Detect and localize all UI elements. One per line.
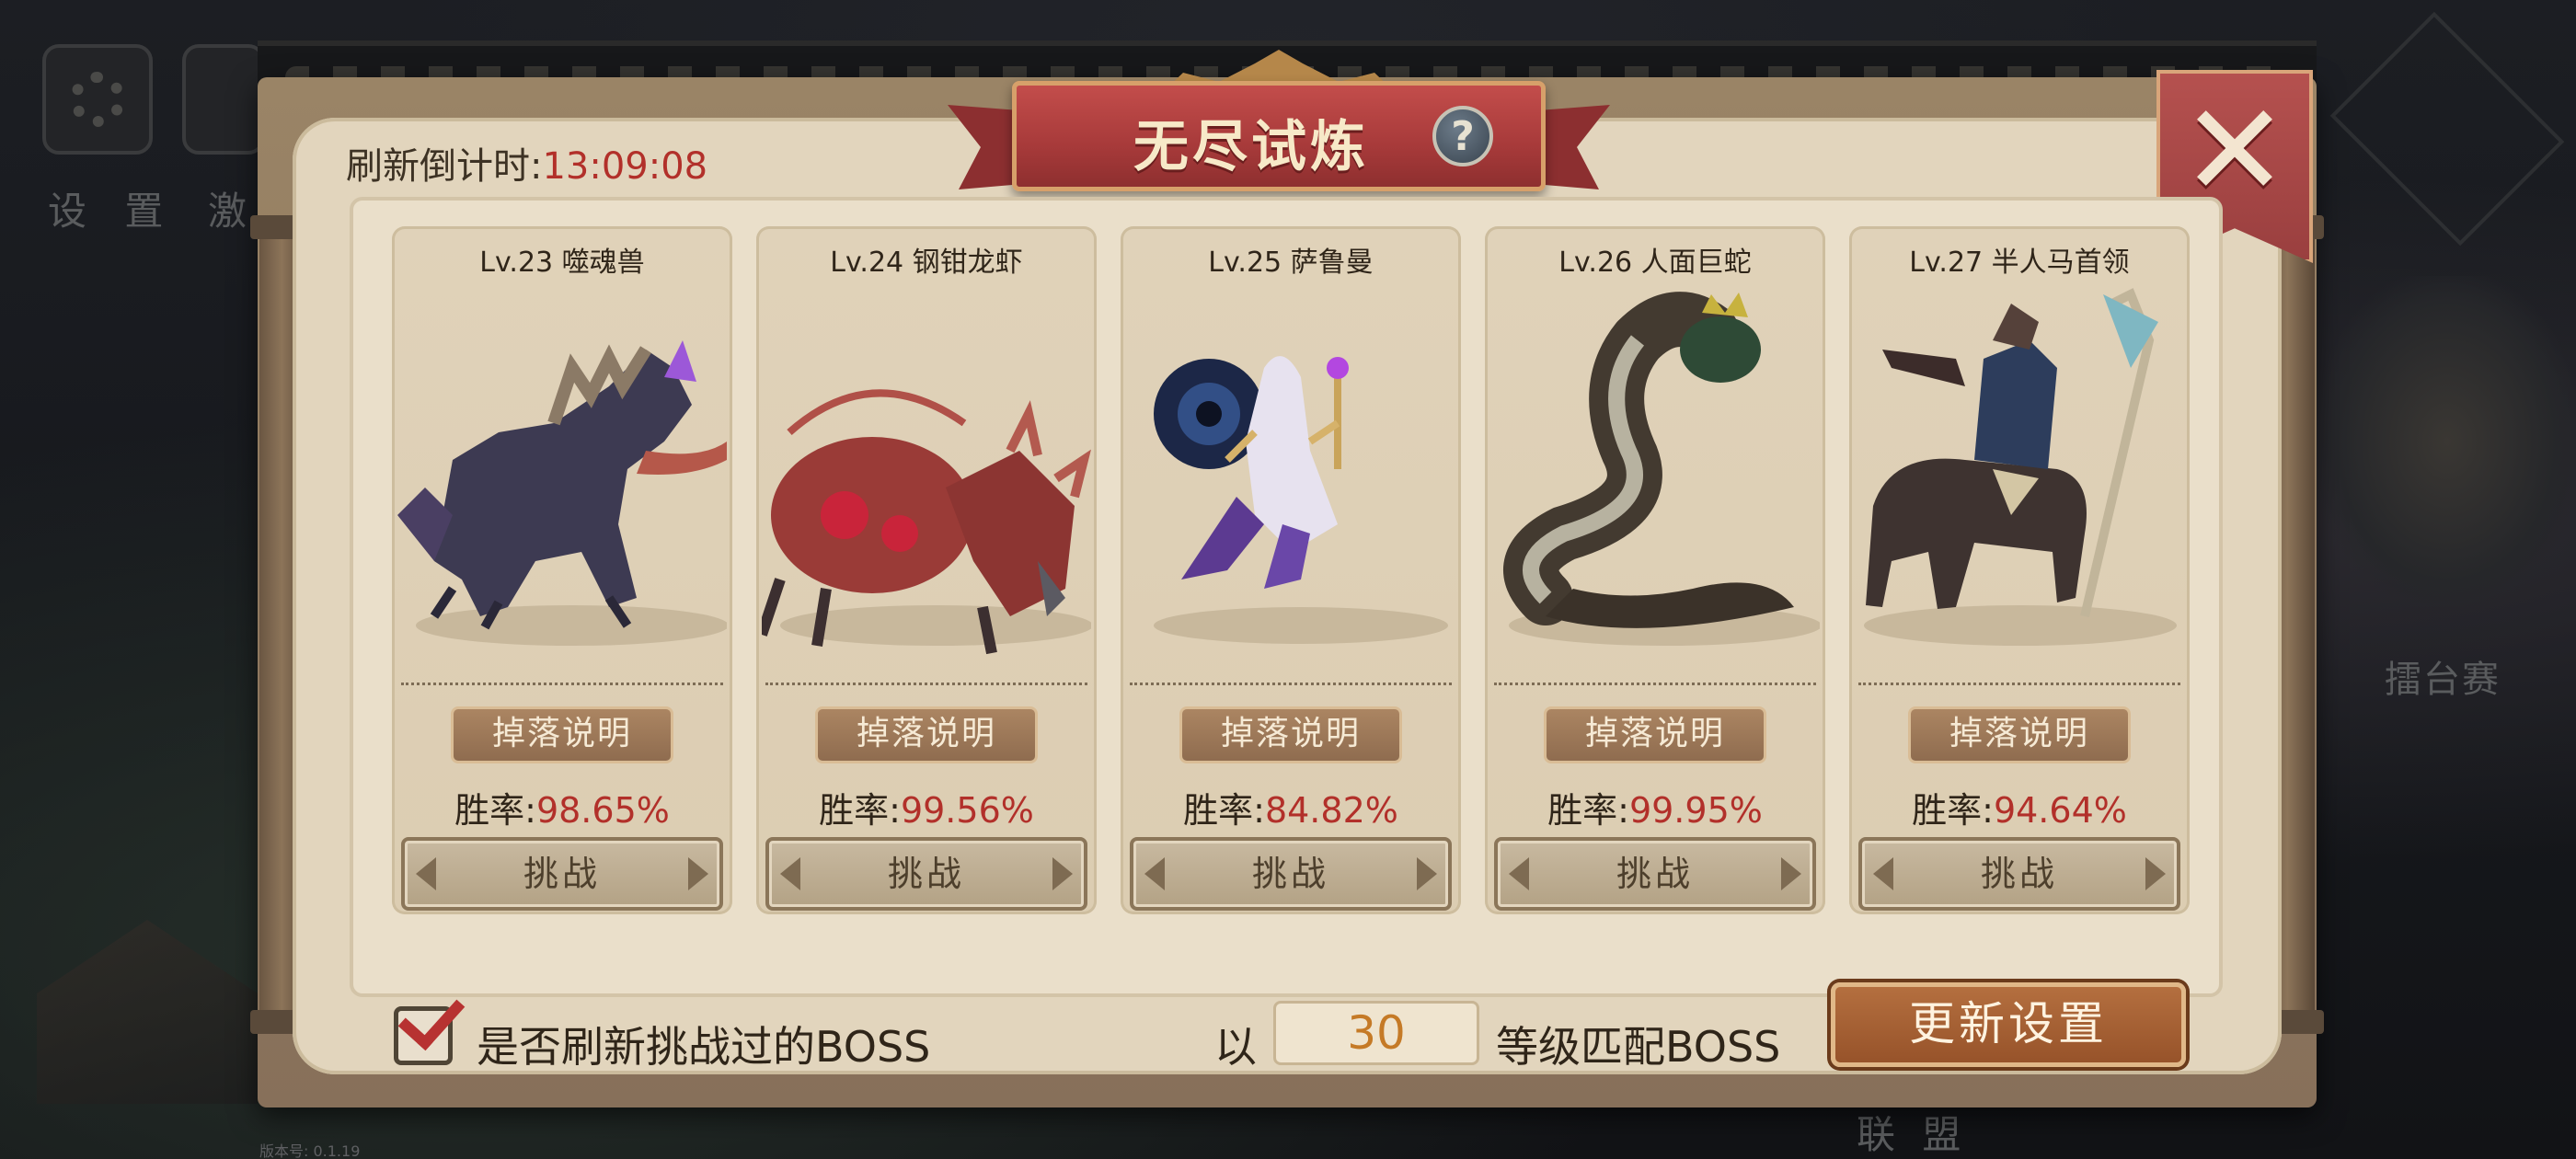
challenge-button[interactable]: 挑战 [401, 837, 723, 911]
win-rate-value: 99.56% [900, 790, 1034, 831]
boss-name: Lv.26 人面巨蛇 [1558, 247, 1752, 279]
win-rate: 胜率:98.65% [392, 782, 732, 832]
arrow-right-icon [1781, 857, 1801, 890]
win-rate-label: 胜率: [1547, 790, 1629, 831]
countdown-label: 刷新倒计时: [346, 145, 543, 188]
challenge-label: 挑战 [1980, 854, 2058, 894]
drop-info-button[interactable]: 掉落说明 [1908, 706, 2131, 763]
arrow-left-icon [416, 857, 436, 890]
title-banner: 无尽试炼 ? [948, 50, 1610, 206]
boss-card: Lv.23 噬魂兽 掉落说明 胜率:98.65% 挑战 [392, 226, 732, 914]
countdown-time: 13:09:08 [542, 145, 708, 188]
drop-info-button[interactable]: 掉落说明 [1544, 706, 1766, 763]
boss-card: Lv.24 钢钳龙虾 掉落说明 胜率:99.56% 挑战 [756, 226, 1097, 914]
boss-card: Lv.27 半人马首领 掉落说明 胜率:94.64% 挑战 [1849, 226, 2190, 914]
boss-name: Lv.27 半人马首领 [1909, 247, 2130, 279]
challenge-button[interactable]: 挑战 [1858, 837, 2180, 911]
win-rate-label: 胜率: [454, 790, 536, 831]
arrow-left-icon [1873, 857, 1893, 890]
challenge-button[interactable]: 挑战 [1130, 837, 1452, 911]
card-divider [1858, 683, 2180, 685]
win-rate-value: 99.95% [1628, 790, 1763, 831]
boss-portrait-serpent [1503, 292, 1820, 646]
arrow-right-icon [688, 857, 708, 890]
arena-building [2318, 276, 2576, 607]
challenge-label: 挑战 [1616, 854, 1694, 894]
drop-info-button[interactable]: 掉落说明 [451, 706, 673, 763]
match-level-input[interactable]: 30 [1273, 1001, 1479, 1065]
win-rate: 胜率:84.82% [1121, 782, 1461, 832]
arrow-left-icon [1509, 857, 1529, 890]
refresh-countdown: 刷新倒计时:13:09:08 [346, 136, 707, 189]
card-divider [765, 683, 1087, 685]
drop-info-button[interactable]: 掉落说明 [815, 706, 1038, 763]
alliance-label: 联 盟 [1857, 1112, 1969, 1157]
boss-name: Lv.24 钢钳龙虾 [830, 247, 1023, 279]
arena-label: 擂台赛 [2385, 659, 2501, 701]
arrow-right-icon [2145, 857, 2166, 890]
win-rate-value: 94.64% [1993, 790, 2127, 831]
challenge-button[interactable]: 挑战 [765, 837, 1087, 911]
win-rate-label: 胜率: [1183, 790, 1265, 831]
card-divider [401, 683, 723, 685]
gear-icon [70, 72, 125, 127]
drop-info-button[interactable]: 掉落说明 [1179, 706, 1402, 763]
settings-label: 设 置 [48, 189, 177, 234]
update-settings-button[interactable]: 更新设置 [1831, 982, 2186, 1067]
boss-portrait-wolf-beast [397, 340, 727, 646]
banner-body: 无尽试炼 ? [1012, 81, 1546, 191]
by-label: 以 [1214, 1022, 1257, 1072]
win-rate-label: 胜率: [1912, 790, 1994, 831]
side-menu-button-bg [182, 44, 265, 155]
challenge-button[interactable]: 挑战 [1494, 837, 1816, 911]
question-icon: ? [1451, 112, 1475, 160]
boss-card: Lv.25 萨鲁曼 掉落说明 胜率:84.82% 挑战 [1121, 226, 1461, 914]
endless-trial-dialog: 刷新倒计时:13:09:08 无尽试炼 ? ✕ Lv.23 噬魂兽 掉落说明 胜… [250, 40, 2324, 1107]
win-rate-value: 98.65% [535, 790, 670, 831]
boss-card-list: Lv.23 噬魂兽 掉落说明 胜率:98.65% 挑战 Lv.24 钢钳龙虾 掉… [350, 197, 2223, 997]
dialog-title: 无尽试炼 [1133, 115, 1369, 179]
boss-portrait-lobster [762, 389, 1091, 655]
boss-name: Lv.23 噬魂兽 [479, 247, 645, 279]
arrow-left-icon [1144, 857, 1165, 890]
arrow-right-icon [1052, 857, 1073, 890]
refresh-defeated-checkbox[interactable] [394, 981, 466, 1065]
boss-card: Lv.26 人面巨蛇 掉落说明 胜率:99.95% 挑战 [1485, 226, 1825, 914]
challenge-label: 挑战 [523, 854, 601, 894]
refresh-defeated-label: 是否刷新挑战过的BOSS [477, 1022, 931, 1072]
win-rate: 胜率:94.64% [1849, 782, 2190, 832]
win-rate: 胜率:99.95% [1485, 782, 1825, 832]
boss-name: Lv.25 萨鲁曼 [1208, 247, 1374, 279]
win-rate-value: 84.82% [1264, 790, 1398, 831]
win-rate: 胜率:99.56% [756, 782, 1097, 832]
win-rate-label: 胜率: [819, 790, 901, 831]
version-text: 版本号: 0.1.19 [259, 1142, 361, 1159]
match-level-label: 等级匹配BOSS [1496, 1022, 1781, 1072]
challenge-label: 挑战 [1251, 854, 1329, 894]
arrow-right-icon [1417, 857, 1437, 890]
boss-portrait-sorceress [1154, 356, 1448, 644]
card-divider [1494, 683, 1816, 685]
boss-portrait-centaur [1864, 288, 2177, 646]
card-divider [1130, 683, 1452, 685]
challenge-label: 挑战 [887, 854, 965, 894]
help-button[interactable]: ? [1432, 106, 1493, 166]
arrow-left-icon [780, 857, 800, 890]
